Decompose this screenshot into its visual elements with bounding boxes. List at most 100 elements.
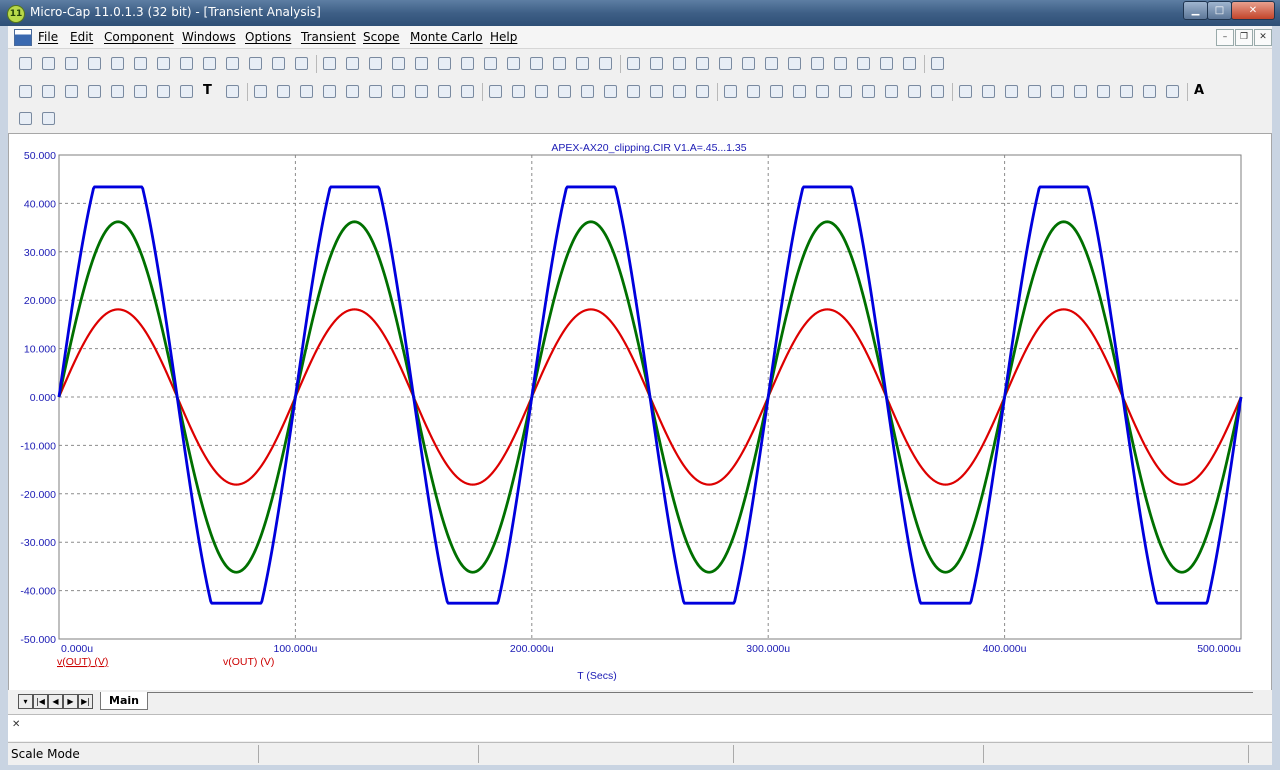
peak-button[interactable] [320,82,338,100]
dropdown-arrow-button[interactable] [1163,82,1181,100]
close-pane-icon[interactable]: ✕ [12,719,20,730]
probe-button[interactable] [573,54,591,72]
tokens-button[interactable] [389,82,407,100]
copy-curve-button[interactable] [16,109,34,127]
ruler-button[interactable] [412,82,430,100]
package-editor-button[interactable] [762,54,780,72]
battery-button[interactable] [435,54,453,72]
stepping-button[interactable] [578,82,596,100]
low-button[interactable] [744,82,762,100]
print-plot-button[interactable] [979,82,997,100]
zoom-box-button[interactable] [85,82,103,100]
menu-monte-carlo[interactable]: Monte Carlo [410,30,483,44]
fall-button[interactable] [836,82,854,100]
color-button[interactable] [647,82,665,100]
menu-file[interactable]: File [38,30,58,44]
zoom-in-button[interactable] [1071,82,1089,100]
select-arrow-button[interactable] [16,82,34,100]
nav-last-button[interactable]: ▶| [78,694,93,709]
global-high-button[interactable] [882,82,900,100]
globe-button[interactable] [785,54,803,72]
animate-button[interactable] [624,82,642,100]
minor-grid-button[interactable] [458,82,476,100]
menu-scope[interactable]: Scope [363,30,400,44]
properties-button[interactable] [223,82,241,100]
toolbar-button-A[interactable]: A [1191,82,1209,100]
transient-plot[interactable]: 50.000 40.000 30.000 20.000 10.000 0.000 -10.0… [9,134,1271,691]
node-button[interactable] [527,54,545,72]
junction-button[interactable] [550,54,568,72]
subcircuit-button[interactable] [504,54,522,72]
capacitor-button[interactable] [366,54,384,72]
peak-cursor-button[interactable] [670,82,688,100]
global-low-button[interactable] [905,82,923,100]
scale-button[interactable] [108,82,126,100]
paste-curve-button[interactable] [39,109,57,127]
legend-entry-1[interactable]: v(OUT) (V) [57,656,108,668]
nav-first-button[interactable]: |◀ [33,694,48,709]
stop-button[interactable] [274,82,292,100]
find-button[interactable] [601,82,619,100]
save-all-button[interactable] [85,54,103,72]
menu-help[interactable]: Help [490,30,517,44]
save-button[interactable] [62,54,80,72]
calculator-button[interactable] [716,54,734,72]
new-file-button[interactable] [16,54,34,72]
zoom-window-button[interactable] [1048,82,1066,100]
window-cascade-button[interactable] [596,54,614,72]
nav-menu-button[interactable]: ▾ [18,694,33,709]
paste-button[interactable] [246,54,264,72]
point-button[interactable] [859,82,877,100]
pause-button[interactable] [297,82,315,100]
inductor-button[interactable] [389,54,407,72]
mdi-minimize-button[interactable]: – [1216,29,1234,46]
settings-button[interactable] [831,54,849,72]
rise-button[interactable] [813,82,831,100]
grid-button[interactable] [435,82,453,100]
tools-button[interactable] [877,54,895,72]
menu-component[interactable]: Component [104,30,174,44]
run-button[interactable] [251,82,269,100]
print-preview-button[interactable] [108,54,126,72]
axis-button[interactable] [486,82,504,100]
redo-button[interactable] [177,54,195,72]
tab-main[interactable]: Main [100,692,148,710]
nav-next-button[interactable]: ▶ [63,694,78,709]
select-all-button[interactable] [292,54,310,72]
ground-button[interactable] [320,54,338,72]
plot-window[interactable]: 50.000 40.000 30.000 20.000 10.000 0.000 -10.0… [8,133,1272,692]
layout-button[interactable] [1140,82,1158,100]
pan-button[interactable] [1117,82,1135,100]
tile-vertical-button[interactable] [624,54,642,72]
analysis-button[interactable] [808,54,826,72]
cut-button[interactable] [200,54,218,72]
mdi-restore-button[interactable]: ❐ [1235,29,1253,46]
label-button[interactable] [177,82,195,100]
menu-edit[interactable]: Edit [70,30,93,44]
zoom-out-button[interactable] [1094,82,1112,100]
maximize-button[interactable]: □ [1207,1,1232,20]
nav-prev-button[interactable]: ◀ [48,694,63,709]
pointer-button[interactable] [39,82,57,100]
check-button[interactable] [854,54,872,72]
toolbar-button-T[interactable]: T [200,82,218,100]
minimize-button[interactable]: ▁ [1183,1,1208,20]
high-button[interactable] [721,82,739,100]
diode-button[interactable] [412,54,430,72]
dropdown-arrow-button[interactable] [956,82,974,100]
plot-button[interactable] [900,54,918,72]
text-mode-button[interactable] [154,82,172,100]
inflection-button[interactable] [767,82,785,100]
range-button[interactable] [555,82,573,100]
print-button[interactable] [131,54,149,72]
tag-button[interactable] [928,82,946,100]
shape-editor-button[interactable] [693,54,711,72]
menu-options[interactable]: Options [245,30,291,44]
legend-button[interactable] [509,82,527,100]
undo-button[interactable] [154,54,172,72]
calendar-button[interactable] [1002,82,1020,100]
opamp-button[interactable] [481,54,499,72]
tile-horizontal-button[interactable] [647,54,665,72]
open-file-button[interactable] [39,54,57,72]
model-button[interactable] [739,54,757,72]
